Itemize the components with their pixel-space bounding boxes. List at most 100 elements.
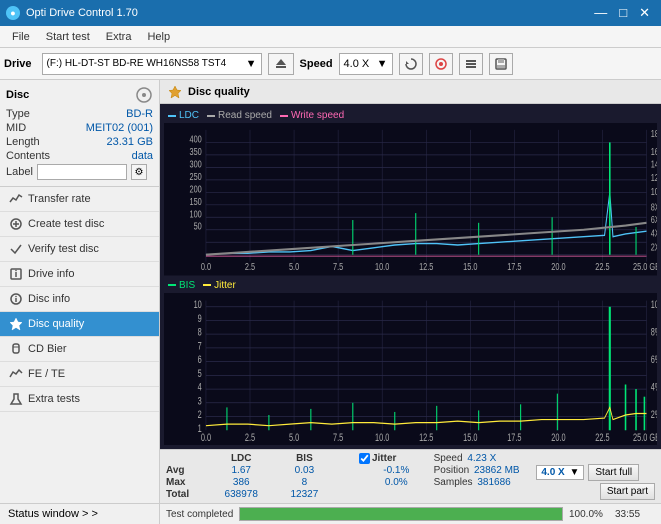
title-bar-left: ● Opti Drive Control 1.70 <box>6 6 138 20</box>
settings-icon <box>464 57 478 71</box>
disc-mid-row: MID MEIT02 (001) <box>6 122 153 134</box>
chart1-container: LDC Read speed Write speed <box>164 108 657 276</box>
drive-value: (F:) HL-DT-ST BD-RE WH16NS58 TST4 <box>47 58 246 69</box>
jitter-legend-label: Jitter <box>214 280 236 291</box>
toolbar-refresh-button[interactable] <box>399 53 423 75</box>
bis-legend-item: BIS <box>168 280 195 291</box>
svg-text:10X: 10X <box>651 186 657 197</box>
stats-table: LDC BIS Jitter Speed 4.23 X <box>166 453 655 500</box>
sidebar-item-create-test-disc[interactable]: Create test disc <box>0 212 159 237</box>
bis-legend-dot <box>168 284 176 286</box>
sidebar-item-extra-tests[interactable]: Extra tests <box>0 387 159 412</box>
toolbar-save-button[interactable] <box>489 53 513 75</box>
write-speed-legend-label: Write speed <box>291 110 344 121</box>
eject-button[interactable] <box>268 53 294 75</box>
svg-text:300: 300 <box>190 158 202 169</box>
drive-toolbar: Drive (F:) HL-DT-ST BD-RE WH16NS58 TST4 … <box>0 48 661 80</box>
menu-extra[interactable]: Extra <box>98 29 140 45</box>
toolbar-burn-button[interactable] <box>429 53 453 75</box>
disc-header-icon <box>135 86 153 104</box>
minimize-button[interactable]: — <box>589 4 612 22</box>
svg-text:7.5: 7.5 <box>333 261 343 272</box>
sidebar-item-create-test-disc-label: Create test disc <box>28 218 104 230</box>
transfer-rate-icon <box>8 191 24 207</box>
start-part-button[interactable]: Start part <box>600 483 655 500</box>
svg-text:22.5: 22.5 <box>595 261 609 272</box>
disc-panel: Disc Type BD-R MID MEIT02 (001) Length 2… <box>0 80 159 187</box>
svg-text:2.5: 2.5 <box>245 431 255 443</box>
start-full-button[interactable]: Start full <box>588 464 639 481</box>
burn-icon <box>434 57 448 71</box>
sidebar-item-cd-bier[interactable]: CD Bier <box>0 337 159 362</box>
svg-text:9: 9 <box>198 312 202 324</box>
disc-type-value: BD-R <box>126 108 153 120</box>
max-ldc: 386 <box>210 476 273 488</box>
close-button[interactable]: ✕ <box>634 4 655 22</box>
refresh-icon <box>404 57 418 71</box>
sidebar-item-drive-info[interactable]: Drive info <box>0 262 159 287</box>
svg-text:10%: 10% <box>651 298 657 310</box>
toolbar-settings-button[interactable] <box>459 53 483 75</box>
svg-text:2: 2 <box>198 408 202 420</box>
svg-text:16X: 16X <box>651 146 657 157</box>
content-header: Disc quality <box>160 80 661 104</box>
sidebar-item-disc-info[interactable]: Disc info <box>0 287 159 312</box>
sidebar-item-disc-quality[interactable]: Disc quality <box>0 312 159 337</box>
speed-dropdown-arrow: ▼ <box>569 467 579 478</box>
speed-dropdown-value: 4.0 X <box>541 467 569 478</box>
menu-start-test[interactable]: Start test <box>38 29 98 45</box>
stats-header-row: LDC BIS Jitter Speed 4.23 X <box>166 453 655 464</box>
svg-text:250: 250 <box>190 171 202 182</box>
svg-text:2.5: 2.5 <box>245 261 255 272</box>
app-icon: ● <box>6 6 20 20</box>
disc-label-button[interactable]: ⚙ <box>131 164 147 180</box>
sidebar-item-fe-te[interactable]: FE / TE <box>0 362 159 387</box>
disc-length-row: Length 23.31 GB <box>6 136 153 148</box>
progress-percent: 100.0% <box>569 509 609 520</box>
sidebar-item-fe-te-label: FE / TE <box>28 368 65 380</box>
svg-text:8%: 8% <box>651 326 657 338</box>
ldc-col-header: LDC <box>210 453 273 464</box>
drive-dropdown-icon: ▼ <box>246 58 257 70</box>
sidebar-item-verify-test-disc[interactable]: Verify test disc <box>0 237 159 262</box>
chart1-svg: 400 350 300 250 200 150 100 50 18X 16X 1… <box>164 123 657 276</box>
speed-selector[interactable]: 4.0 X ▼ <box>339 53 393 75</box>
svg-text:7: 7 <box>198 340 202 352</box>
content-header-icon <box>168 85 182 99</box>
svg-text:3: 3 <box>198 395 202 407</box>
drive-selector[interactable]: (F:) HL-DT-ST BD-RE WH16NS58 TST4 ▼ <box>42 53 262 75</box>
speed-dropdown[interactable]: 4.0 X ▼ <box>536 465 584 480</box>
progress-area: Test completed 100.0% 33:55 <box>160 503 661 524</box>
write-speed-legend-item: Write speed <box>280 110 344 121</box>
maximize-button[interactable]: □ <box>614 4 632 22</box>
menu-help[interactable]: Help <box>139 29 178 45</box>
menu-file[interactable]: File <box>4 29 38 45</box>
sidebar-item-cd-bier-label: CD Bier <box>28 343 67 355</box>
title-bar: ● Opti Drive Control 1.70 — □ ✕ <box>0 0 661 26</box>
svg-text:12.5: 12.5 <box>419 261 433 272</box>
disc-contents-row: Contents data <box>6 150 153 162</box>
jitter-checkbox-label[interactable]: Jitter <box>359 453 434 464</box>
svg-text:25.0 GB: 25.0 GB <box>633 431 657 443</box>
svg-text:5.0: 5.0 <box>289 431 299 443</box>
bis-legend-label: BIS <box>179 280 195 291</box>
speed-label: Speed <box>300 58 333 70</box>
sidebar-item-transfer-rate[interactable]: Transfer rate <box>0 187 159 212</box>
fe-te-icon <box>8 366 24 382</box>
drive-info-icon <box>8 266 24 282</box>
progress-bar-fill <box>240 508 562 520</box>
avg-row: Avg 1.67 0.03 -0.1% Position 23862 MB <box>166 464 655 476</box>
jitter-legend-item: Jitter <box>203 280 236 291</box>
max-label: Max <box>166 476 210 488</box>
svg-text:200: 200 <box>190 183 202 194</box>
svg-text:6%: 6% <box>651 353 657 365</box>
max-jitter: 0.0% <box>359 476 434 488</box>
svg-text:17.5: 17.5 <box>507 261 521 272</box>
position-label: Position <box>434 465 470 476</box>
samples-value: 381686 <box>477 477 510 488</box>
disc-label-input[interactable] <box>37 164 127 180</box>
speed-select-row: 4.0 X ▼ Start full <box>536 464 655 481</box>
status-window-button[interactable]: Status window > > <box>0 503 159 524</box>
jitter-checkbox[interactable] <box>359 453 370 464</box>
drive-label: Drive <box>4 58 32 70</box>
